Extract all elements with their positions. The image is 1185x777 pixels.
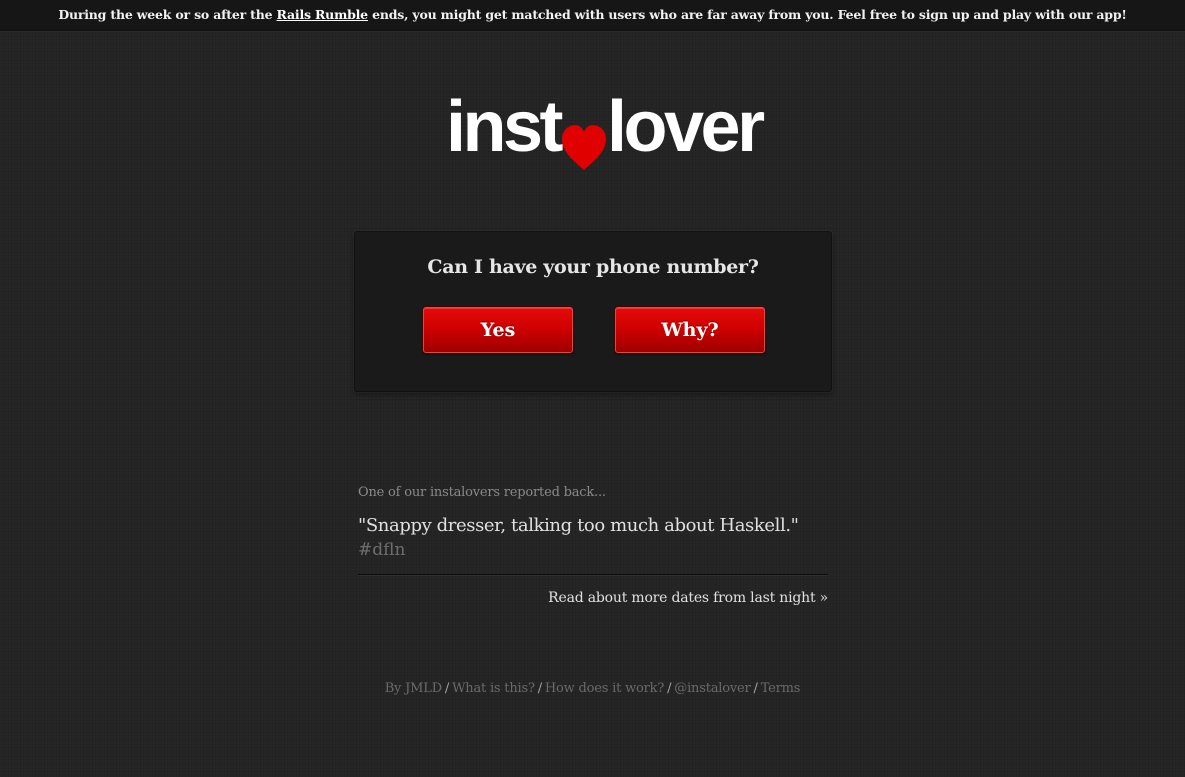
notice-suffix: ends, you might get matched with users w… <box>367 7 1127 22</box>
footer: By JMLD / What is this? / How does it work? /… <box>0 681 1185 696</box>
logo-text-left: inst <box>446 87 564 167</box>
more-dates-link[interactable]: Read about more dates from last night » <box>358 590 828 606</box>
rails-rumble-link[interactable]: Rails Rumble <box>277 7 369 22</box>
logo-text-right: lover <box>607 87 765 167</box>
footer-link-by-jmld[interactable]: By JMLD <box>385 681 442 696</box>
yes-button[interactable]: Yes <box>423 307 573 353</box>
footer-link-what-is-this[interactable]: What is this? <box>452 681 535 696</box>
top-notice-bar: During the week or so after the Rails Ru… <box>0 0 1185 31</box>
date-report: One of our instalovers reported back... … <box>358 485 828 606</box>
phone-question: Can I have your phone number? <box>427 256 759 278</box>
footer-separator: / <box>537 681 542 696</box>
heart-icon <box>560 105 608 170</box>
footer-link-terms[interactable]: Terms <box>761 681 801 696</box>
instalover-logo[interactable]: inst lover <box>446 82 765 172</box>
signup-prompt-panel: Can I have your phone number? Yes Why? <box>354 231 832 392</box>
footer-separator: / <box>753 681 758 696</box>
footer-link-how-does-it-work[interactable]: How does it work? <box>545 681 664 696</box>
report-quote: "Snappy dresser, talking too much about … <box>358 515 799 536</box>
report-tag: #dfln <box>358 540 406 560</box>
why-button[interactable]: Why? <box>615 307 765 353</box>
notice-prefix: During the week or so after the <box>58 7 277 22</box>
report-intro: One of our instalovers reported back... <box>358 485 606 500</box>
footer-separator: / <box>444 681 450 696</box>
footer-separator: / <box>667 681 672 696</box>
report-divider <box>358 574 828 575</box>
footer-link-twitter[interactable]: @instalover <box>674 681 750 696</box>
